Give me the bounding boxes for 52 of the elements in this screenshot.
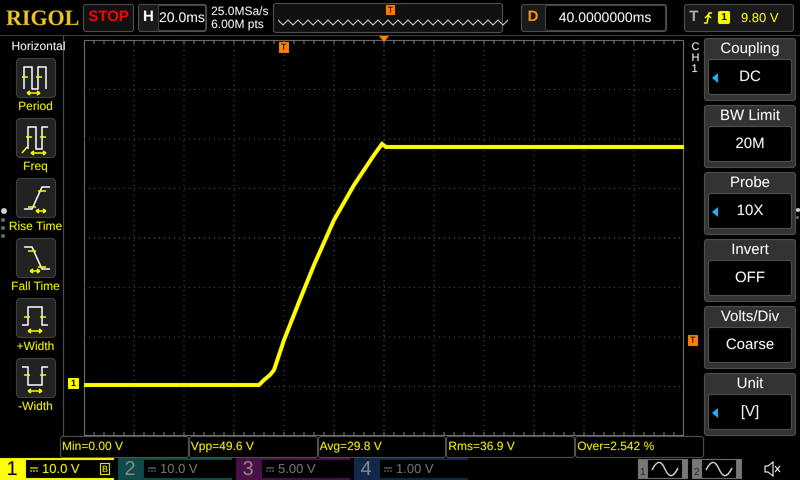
channel-marker: 1 [68, 378, 80, 389]
delay-value: 40.0000000ms [544, 4, 666, 30]
dc-coupling-icon [266, 466, 274, 472]
trigger-label: T [689, 7, 698, 28]
menu-option[interactable]: Unit [V] [704, 373, 796, 436]
trigger-position-marker: T [279, 42, 288, 53]
menu-option[interactable]: Invert OFF [704, 239, 796, 302]
timebase-value: 20.0ms [158, 4, 206, 30]
channel-scale: 10.0 V [42, 460, 81, 478]
trigger-level-marker: T [688, 335, 698, 346]
bandwidth-limit-badge: B [100, 463, 110, 475]
rising-edge-icon [703, 10, 714, 24]
center-marker-icon [379, 36, 389, 42]
dc-coupling-icon [384, 466, 392, 472]
channel-tab[interactable]: 2 10.0 V [118, 458, 232, 480]
channel-scale: 10.0 V [160, 460, 199, 478]
measurement-readout: Rms=36.9 V [446, 436, 576, 458]
left-arrow-icon [712, 73, 718, 83]
delay-box[interactable]: D 40.0000000ms [520, 4, 667, 32]
menu-option[interactable]: Probe 10X [704, 172, 796, 235]
left-arrow-icon [712, 408, 718, 418]
channel-label: CH1 [692, 42, 700, 75]
delay-label: D [526, 7, 540, 28]
generator-button[interactable]: 2 [692, 459, 742, 479]
brand-logo: RIGOL [6, 4, 80, 32]
trigger-box[interactable]: T 1 9.80 V [684, 4, 794, 32]
channel-tab[interactable]: 3 5.00 V [236, 458, 350, 480]
run-state[interactable]: STOP [83, 4, 134, 32]
speaker-muted-icon [764, 461, 782, 477]
measurement-readout: Avg=29.8 V [318, 436, 446, 458]
measurement-readout: Min=0.00 V [60, 436, 189, 458]
channel-scale: 5.00 V [278, 460, 317, 478]
measurement-readout: Vpp=49.6 V [188, 436, 318, 458]
trigger-source: 1 [718, 11, 730, 24]
dc-coupling-icon [30, 466, 38, 472]
measurement-readout: Over=2.542 % [575, 436, 704, 458]
generator-button[interactable]: 1 [638, 459, 688, 479]
timebase-box[interactable]: H 20.0ms [138, 4, 208, 32]
timebase-label: H [142, 7, 155, 28]
trigger-level: 9.80 V [740, 8, 779, 27]
menu-option[interactable]: Coupling DC [704, 38, 796, 101]
sample-rate: 25.0MSa/s [211, 4, 269, 18]
memory-depth: 6.00M pts [211, 18, 265, 30]
channel-tab[interactable]: 1 10.0 V B [0, 458, 114, 480]
menu-title: Horizontal [10, 38, 67, 54]
menu-option[interactable]: BW Limit 20M [704, 105, 796, 168]
channel-scale: 1.00 V [396, 460, 435, 478]
menu-option[interactable]: Volts/Div Coarse [704, 306, 796, 369]
dc-coupling-icon [148, 466, 156, 472]
channel-tab[interactable]: 4 1.00 V [354, 458, 468, 480]
overview-trigger-marker: T [386, 4, 396, 14]
left-arrow-icon [712, 207, 718, 217]
